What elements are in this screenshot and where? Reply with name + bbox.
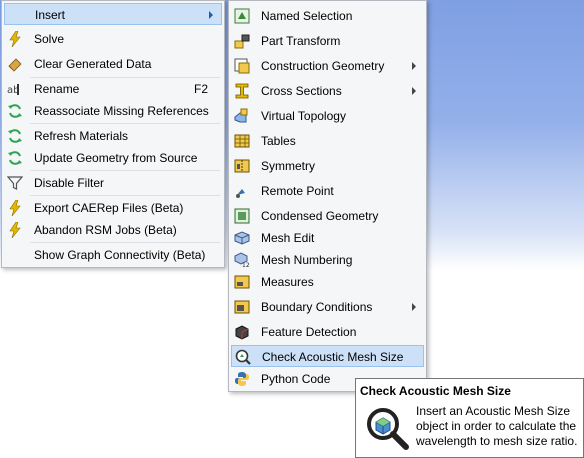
tooltip-body: Insert an Acoustic Mesh Size object in o…: [416, 404, 578, 448]
submenu-item-cross-sections[interactable]: Cross Sections: [231, 80, 424, 102]
menu-item-label: Insert: [35, 8, 66, 22]
feature-detection-icon: [234, 324, 250, 340]
submenu-item-mesh-numbering[interactable]: 12 Mesh Numbering: [231, 249, 424, 271]
submenu-item-feature-detection[interactable]: Feature Detection: [231, 321, 424, 343]
menu-item-label: Measures: [261, 275, 314, 289]
submenu-item-remote-point[interactable]: Remote Point: [231, 180, 424, 202]
submenu-item-mesh-edit[interactable]: Mesh Edit: [231, 227, 424, 249]
acoustic-mesh-check-icon: [235, 349, 251, 365]
submenu-item-virtual-topology[interactable]: Virtual Topology: [231, 105, 424, 127]
menu-item-label: Abandon RSM Jobs (Beta): [34, 223, 177, 237]
symmetry-icon: [234, 158, 250, 174]
remote-point-icon: [234, 183, 250, 199]
menu-item-label: Symmetry: [261, 159, 315, 173]
menu-item-label: Show Graph Connectivity (Beta): [34, 248, 206, 262]
i-beam-icon: [234, 83, 250, 99]
shortcut-label: F2: [193, 82, 208, 96]
menu-separator: [30, 195, 220, 196]
measures-icon: [234, 274, 250, 290]
menu-item-label: Refresh Materials: [34, 129, 129, 143]
submenu-item-construction-geometry[interactable]: Construction Geometry: [231, 55, 424, 77]
mesh-edit-icon: [234, 230, 250, 246]
menu-item-label: Python Code: [261, 372, 331, 386]
refresh-icon: [7, 128, 23, 144]
menu-item-insert[interactable]: Insert: [4, 3, 222, 25]
eraser-icon: [7, 56, 23, 72]
menu-item-reassociate[interactable]: Reassociate Missing References: [4, 100, 222, 122]
menu-separator: [30, 170, 220, 171]
tooltip: Check Acoustic Mesh Size Insert an Acous…: [355, 378, 584, 458]
mesh-numbering-icon: 12: [234, 252, 250, 268]
context-menu: Insert Solve Clear Generated Data ab Ren…: [1, 0, 225, 268]
submenu-item-check-acoustic-mesh-size[interactable]: Check Acoustic Mesh Size: [231, 345, 424, 367]
menu-item-label: Cross Sections: [261, 84, 342, 98]
menu-separator: [30, 242, 220, 243]
menu-item-label: Check Acoustic Mesh Size: [262, 350, 404, 364]
menu-item-clear-generated-data[interactable]: Clear Generated Data: [4, 53, 222, 75]
lightning-bolt-icon: [7, 200, 23, 216]
menu-item-label: Disable Filter: [34, 176, 105, 190]
submenu-item-boundary-conditions[interactable]: Boundary Conditions: [231, 296, 424, 318]
menu-item-label: Named Selection: [261, 9, 353, 23]
submenu-item-tables[interactable]: Tables: [231, 130, 424, 152]
menu-item-label: Condensed Geometry: [261, 209, 379, 223]
menu-item-label: Mesh Edit: [261, 231, 315, 245]
menu-item-label: Feature Detection: [261, 325, 357, 339]
tooltip-title: Check Acoustic Mesh Size: [360, 384, 511, 398]
menu-separator: [30, 123, 220, 124]
filter-icon: [7, 175, 23, 191]
construction-geometry-icon: [234, 58, 250, 74]
menu-item-refresh-materials[interactable]: Refresh Materials: [4, 125, 222, 147]
menu-item-label: Remote Point: [261, 184, 334, 198]
menu-item-label: Part Transform: [261, 34, 341, 48]
submenu-arrow-icon: [412, 303, 416, 311]
submenu-arrow-icon: [412, 62, 416, 70]
refresh-icon: [7, 150, 23, 166]
menu-item-label: Boundary Conditions: [261, 300, 373, 314]
menu-item-label: Virtual Topology: [261, 109, 346, 123]
menu-item-update-geometry[interactable]: Update Geometry from Source: [4, 147, 222, 169]
menu-item-solve[interactable]: Solve: [4, 28, 222, 50]
lightning-bolt-icon: [7, 222, 23, 238]
rename-icon: ab: [7, 81, 23, 97]
submenu-item-symmetry[interactable]: Symmetry: [231, 155, 424, 177]
menu-item-label: Reassociate Missing References: [34, 104, 209, 118]
condensed-geometry-icon: [234, 208, 250, 224]
refresh-icon: [7, 103, 23, 119]
submenu-arrow-icon: [412, 87, 416, 95]
submenu-arrow-icon: [209, 11, 213, 19]
insert-submenu: Named Selection Part Transform Construct…: [228, 0, 427, 392]
virtual-topology-icon: [234, 108, 250, 124]
menu-item-label: Mesh Numbering: [261, 253, 353, 267]
menu-item-export-caerep[interactable]: Export CAERep Files (Beta): [4, 197, 222, 219]
named-selection-icon: [234, 8, 250, 24]
acoustic-mesh-check-icon: [364, 405, 410, 451]
menu-item-label: Solve: [34, 32, 65, 46]
submenu-item-measures[interactable]: Measures: [231, 271, 424, 293]
lightning-bolt-icon: [7, 31, 23, 47]
submenu-item-part-transform[interactable]: Part Transform: [231, 30, 424, 52]
menu-item-label: Rename: [34, 82, 80, 96]
python-icon: [234, 371, 250, 387]
submenu-item-condensed-geometry[interactable]: Condensed Geometry: [231, 205, 424, 227]
menu-item-disable-filter[interactable]: Disable Filter: [4, 172, 222, 194]
table-icon: [234, 133, 250, 149]
menu-item-abandon-rsm[interactable]: Abandon RSM Jobs (Beta): [4, 219, 222, 241]
menu-item-show-graph-connectivity[interactable]: Show Graph Connectivity (Beta): [4, 244, 222, 266]
menu-item-label: Construction Geometry: [261, 59, 385, 73]
submenu-item-named-selection[interactable]: Named Selection: [231, 5, 424, 27]
boundary-conditions-icon: [234, 299, 250, 315]
menu-item-label: Tables: [261, 134, 296, 148]
part-transform-icon: [234, 33, 250, 49]
menu-item-label: Clear Generated Data: [34, 57, 152, 71]
menu-item-label: Export CAERep Files (Beta): [34, 201, 184, 215]
svg-text:12: 12: [242, 262, 250, 268]
menu-item-rename[interactable]: ab Rename F2: [4, 78, 222, 100]
menu-item-label: Update Geometry from Source: [34, 151, 198, 165]
